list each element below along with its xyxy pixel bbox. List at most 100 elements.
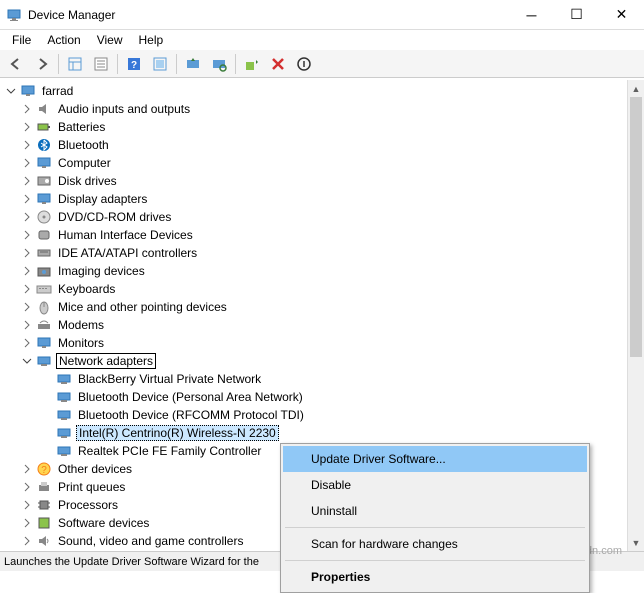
- dvd-icon: [36, 209, 52, 225]
- tree-node-label[interactable]: Realtek PCIe FE Family Controller: [76, 444, 263, 458]
- tree-node[interactable]: Batteries: [0, 118, 626, 136]
- menu-action[interactable]: Action: [39, 31, 88, 49]
- tree-node[interactable]: Display adapters: [0, 190, 626, 208]
- tree-node-label[interactable]: farrad: [40, 84, 75, 98]
- no-expand: [40, 444, 54, 458]
- expand-icon[interactable]: [20, 336, 34, 350]
- expand-icon[interactable]: [20, 156, 34, 170]
- tree-node[interactable]: farrad: [0, 82, 626, 100]
- expand-icon[interactable]: [20, 300, 34, 314]
- expand-icon[interactable]: [20, 462, 34, 476]
- expand-icon[interactable]: [20, 228, 34, 242]
- tree-node-label[interactable]: Audio inputs and outputs: [56, 102, 192, 116]
- tree-node-label[interactable]: Sound, video and game controllers: [56, 534, 245, 548]
- minimize-button[interactable]: ─: [509, 0, 554, 30]
- tree-node[interactable]: DVD/CD-ROM drives: [0, 208, 626, 226]
- tree-node-label[interactable]: Disk drives: [56, 174, 119, 188]
- tree-node-label[interactable]: Monitors: [56, 336, 106, 350]
- context-uninstall[interactable]: Uninstall: [283, 498, 587, 524]
- expand-icon[interactable]: [20, 210, 34, 224]
- expand-icon[interactable]: [20, 480, 34, 494]
- tree-node[interactable]: Computer: [0, 154, 626, 172]
- tree-node[interactable]: Modems: [0, 316, 626, 334]
- menu-view[interactable]: View: [89, 31, 131, 49]
- tree-node[interactable]: Disk drives: [0, 172, 626, 190]
- tree-node-label[interactable]: Bluetooth: [56, 138, 111, 152]
- menu-help[interactable]: Help: [131, 31, 172, 49]
- collapse-icon[interactable]: [20, 354, 34, 368]
- close-button[interactable]: ✕: [599, 0, 644, 30]
- tree-node-label[interactable]: Bluetooth Device (Personal Area Network): [76, 390, 305, 404]
- menu-file[interactable]: File: [4, 31, 39, 49]
- tree-node-label[interactable]: Computer: [56, 156, 113, 170]
- tree-node[interactable]: Mice and other pointing devices: [0, 298, 626, 316]
- disable-button[interactable]: [292, 52, 316, 76]
- expand-icon[interactable]: [20, 516, 34, 530]
- tree-node[interactable]: Monitors: [0, 334, 626, 352]
- sound-icon: [36, 533, 52, 549]
- tree-node-label[interactable]: Human Interface Devices: [56, 228, 195, 242]
- tree-node[interactable]: Audio inputs and outputs: [0, 100, 626, 118]
- context-scan[interactable]: Scan for hardware changes: [283, 531, 587, 557]
- tree-node-label[interactable]: Intel(R) Centrino(R) Wireless-N 2230: [76, 425, 279, 441]
- tree-node-label[interactable]: Keyboards: [56, 282, 117, 296]
- scroll-up-arrow[interactable]: ▲: [628, 80, 644, 97]
- expand-icon[interactable]: [20, 534, 34, 548]
- tree-node[interactable]: IDE ATA/ATAPI controllers: [0, 244, 626, 262]
- expand-icon[interactable]: [20, 102, 34, 116]
- uninstall-button[interactable]: [266, 52, 290, 76]
- collapse-icon[interactable]: [4, 84, 18, 98]
- maximize-button[interactable]: ☐: [554, 0, 599, 30]
- tree-node[interactable]: Bluetooth Device (RFCOMM Protocol TDI): [0, 406, 626, 424]
- tree-node-label[interactable]: Network adapters: [56, 353, 156, 369]
- tree-node-label[interactable]: Processors: [56, 498, 120, 512]
- tree-node-label[interactable]: DVD/CD-ROM drives: [56, 210, 173, 224]
- expand-icon[interactable]: [20, 318, 34, 332]
- display-icon: [36, 191, 52, 207]
- scroll-thumb[interactable]: [630, 97, 642, 357]
- tree-node[interactable]: Bluetooth: [0, 136, 626, 154]
- expand-icon[interactable]: [20, 120, 34, 134]
- context-update-driver[interactable]: Update Driver Software...: [283, 446, 587, 472]
- tree-node-label[interactable]: Software devices: [56, 516, 151, 530]
- update-driver-button[interactable]: [181, 52, 205, 76]
- expand-icon[interactable]: [20, 174, 34, 188]
- scroll-down-arrow[interactable]: ▼: [628, 534, 644, 551]
- ide-icon: [36, 245, 52, 261]
- expand-icon[interactable]: [20, 282, 34, 296]
- tree-node-label[interactable]: Batteries: [56, 120, 107, 134]
- tree-node[interactable]: Human Interface Devices: [0, 226, 626, 244]
- tree-node[interactable]: Network adapters: [0, 352, 626, 370]
- context-properties[interactable]: Properties: [283, 564, 587, 590]
- tree-node-label[interactable]: Display adapters: [56, 192, 149, 206]
- show-hidden-button[interactable]: [148, 52, 172, 76]
- help-button[interactable]: ?: [122, 52, 146, 76]
- expand-icon[interactable]: [20, 192, 34, 206]
- hid-icon: [36, 227, 52, 243]
- context-disable[interactable]: Disable: [283, 472, 587, 498]
- forward-button[interactable]: [30, 52, 54, 76]
- expand-icon[interactable]: [20, 264, 34, 278]
- properties-button[interactable]: [89, 52, 113, 76]
- tree-node-label[interactable]: Other devices: [56, 462, 134, 476]
- show-hide-console-button[interactable]: [63, 52, 87, 76]
- vertical-scrollbar[interactable]: ▲ ▼: [627, 80, 644, 551]
- tree-node[interactable]: Imaging devices: [0, 262, 626, 280]
- tree-node[interactable]: BlackBerry Virtual Private Network: [0, 370, 626, 388]
- tree-node[interactable]: Bluetooth Device (Personal Area Network): [0, 388, 626, 406]
- tree-node-label[interactable]: Modems: [56, 318, 106, 332]
- tree-node[interactable]: Keyboards: [0, 280, 626, 298]
- tree-node-label[interactable]: IDE ATA/ATAPI controllers: [56, 246, 199, 260]
- tree-node-label[interactable]: Mice and other pointing devices: [56, 300, 229, 314]
- tree-node-label[interactable]: Bluetooth Device (RFCOMM Protocol TDI): [76, 408, 306, 422]
- back-button[interactable]: [4, 52, 28, 76]
- expand-icon[interactable]: [20, 498, 34, 512]
- expand-icon[interactable]: [20, 138, 34, 152]
- enable-button[interactable]: [240, 52, 264, 76]
- tree-node-label[interactable]: Print queues: [56, 480, 127, 494]
- scan-hardware-button[interactable]: [207, 52, 231, 76]
- tree-node-label[interactable]: Imaging devices: [56, 264, 147, 278]
- tree-node-label[interactable]: BlackBerry Virtual Private Network: [76, 372, 263, 386]
- tree-node[interactable]: Intel(R) Centrino(R) Wireless-N 2230: [0, 424, 626, 442]
- expand-icon[interactable]: [20, 246, 34, 260]
